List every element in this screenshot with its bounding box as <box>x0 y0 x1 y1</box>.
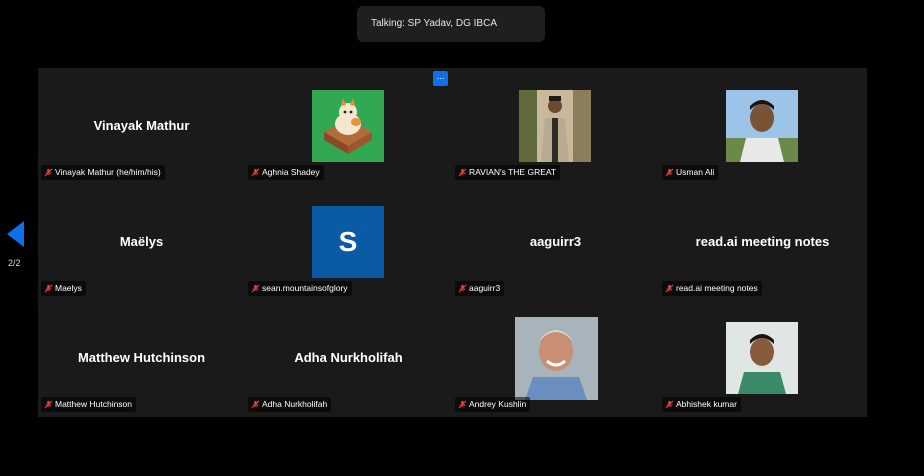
participant-tile[interactable]: Usman Ali <box>659 68 866 184</box>
participant-tile[interactable]: Abhishek kumar <box>659 300 866 416</box>
participant-display-name: read.ai meeting notes <box>695 234 830 249</box>
participant-tag-label: Vinayak Mathur (he/him/his) <box>55 167 161 177</box>
participant-display-name: Adha Nurkholifah <box>294 350 403 365</box>
muted-mic-icon <box>251 400 260 409</box>
participant-tile[interactable]: Vinayak Mathur Vinayak Mathur (he/him/hi… <box>38 68 245 184</box>
participant-tag-label: Usman Ali <box>676 167 715 177</box>
participant-photo <box>726 90 798 162</box>
muted-mic-icon <box>458 284 467 293</box>
participant-display-name: aaguirr3 <box>529 234 582 249</box>
participant-name-tag: read.ai meeting notes <box>662 281 762 296</box>
participant-tile[interactable]: Andrey Kushlin <box>452 300 659 416</box>
participant-tag-label: Abhishek kumar <box>676 399 737 409</box>
muted-mic-icon <box>665 168 674 177</box>
letter-avatar: S <box>312 206 384 278</box>
participant-name-tag: Adha Nurkholifah <box>248 397 332 412</box>
participant-tile[interactable]: Adha Nurkholifah Adha Nurkholifah <box>245 300 452 416</box>
participant-tile[interactable]: Aghnia Shadey <box>245 68 452 184</box>
participant-name-tag: sean.mountainsofglory <box>248 281 352 296</box>
participant-tag-label: Andrey Kushlin <box>469 399 527 409</box>
muted-mic-icon <box>251 284 260 293</box>
muted-mic-icon <box>458 400 467 409</box>
participant-name-tag: Matthew Hutchinson <box>41 397 137 412</box>
participant-tile[interactable]: Matthew Hutchinson Matthew Hutchinson <box>38 300 245 416</box>
muted-mic-icon <box>44 400 53 409</box>
talking-indicator: Talking: SP Yadav, DG IBCA <box>357 6 545 42</box>
participant-tag-label: sean.mountainsofglory <box>262 283 348 293</box>
participant-tag-label: aaguirr3 <box>469 283 501 293</box>
participant-name-tag: Aghnia Shadey <box>248 165 324 180</box>
participant-display-name: Vinayak Mathur <box>93 118 190 133</box>
participant-photo <box>515 317 598 400</box>
participant-name-tag: Vinayak Mathur (he/him/his) <box>41 165 165 180</box>
participant-tag-label: Maelys <box>55 283 82 293</box>
participant-tag-label: Aghnia Shadey <box>262 167 320 177</box>
participant-tile[interactable]: S sean.mountainsofglory <box>245 184 452 300</box>
participant-tag-label: RAVIAN's THE GREAT <box>469 167 557 177</box>
muted-mic-icon <box>665 400 674 409</box>
participant-photo <box>519 90 591 162</box>
participant-name-tag: Maelys <box>41 281 86 296</box>
talking-label: Talking: SP Yadav, DG IBCA <box>371 18 497 29</box>
muted-mic-icon <box>44 284 53 293</box>
participant-photo <box>726 322 798 394</box>
participant-name-tag: RAVIAN's THE GREAT <box>455 165 561 180</box>
cat-avatar-image <box>312 90 384 162</box>
gallery-grid: Vinayak Mathur Vinayak Mathur (he/him/hi… <box>38 68 867 417</box>
previous-page-arrow-icon[interactable] <box>7 221 24 247</box>
participant-tile[interactable]: Maëlys Maelys <box>38 184 245 300</box>
participant-tag-label: Matthew Hutchinson <box>55 399 133 409</box>
participant-tag-label: read.ai meeting notes <box>676 283 758 293</box>
participant-tile[interactable]: read.ai meeting notes read.ai meeting no… <box>659 184 866 300</box>
participant-tile[interactable]: RAVIAN's THE GREAT <box>452 68 659 184</box>
more-options-button[interactable]: ... <box>433 71 448 86</box>
muted-mic-icon <box>665 284 674 293</box>
muted-mic-icon <box>251 168 260 177</box>
muted-mic-icon <box>44 168 53 177</box>
participant-name-tag: aaguirr3 <box>455 281 505 296</box>
page-indicator: 2/2 <box>8 258 21 268</box>
participant-name-tag: Usman Ali <box>662 165 719 180</box>
participant-name-tag: Andrey Kushlin <box>455 397 531 412</box>
participant-tag-label: Adha Nurkholifah <box>262 399 328 409</box>
participant-tile[interactable]: aaguirr3 aaguirr3 <box>452 184 659 300</box>
muted-mic-icon <box>458 168 467 177</box>
participant-display-name: Maëlys <box>119 234 164 249</box>
participant-name-tag: Abhishek kumar <box>662 397 741 412</box>
participant-display-name: Matthew Hutchinson <box>77 350 206 365</box>
